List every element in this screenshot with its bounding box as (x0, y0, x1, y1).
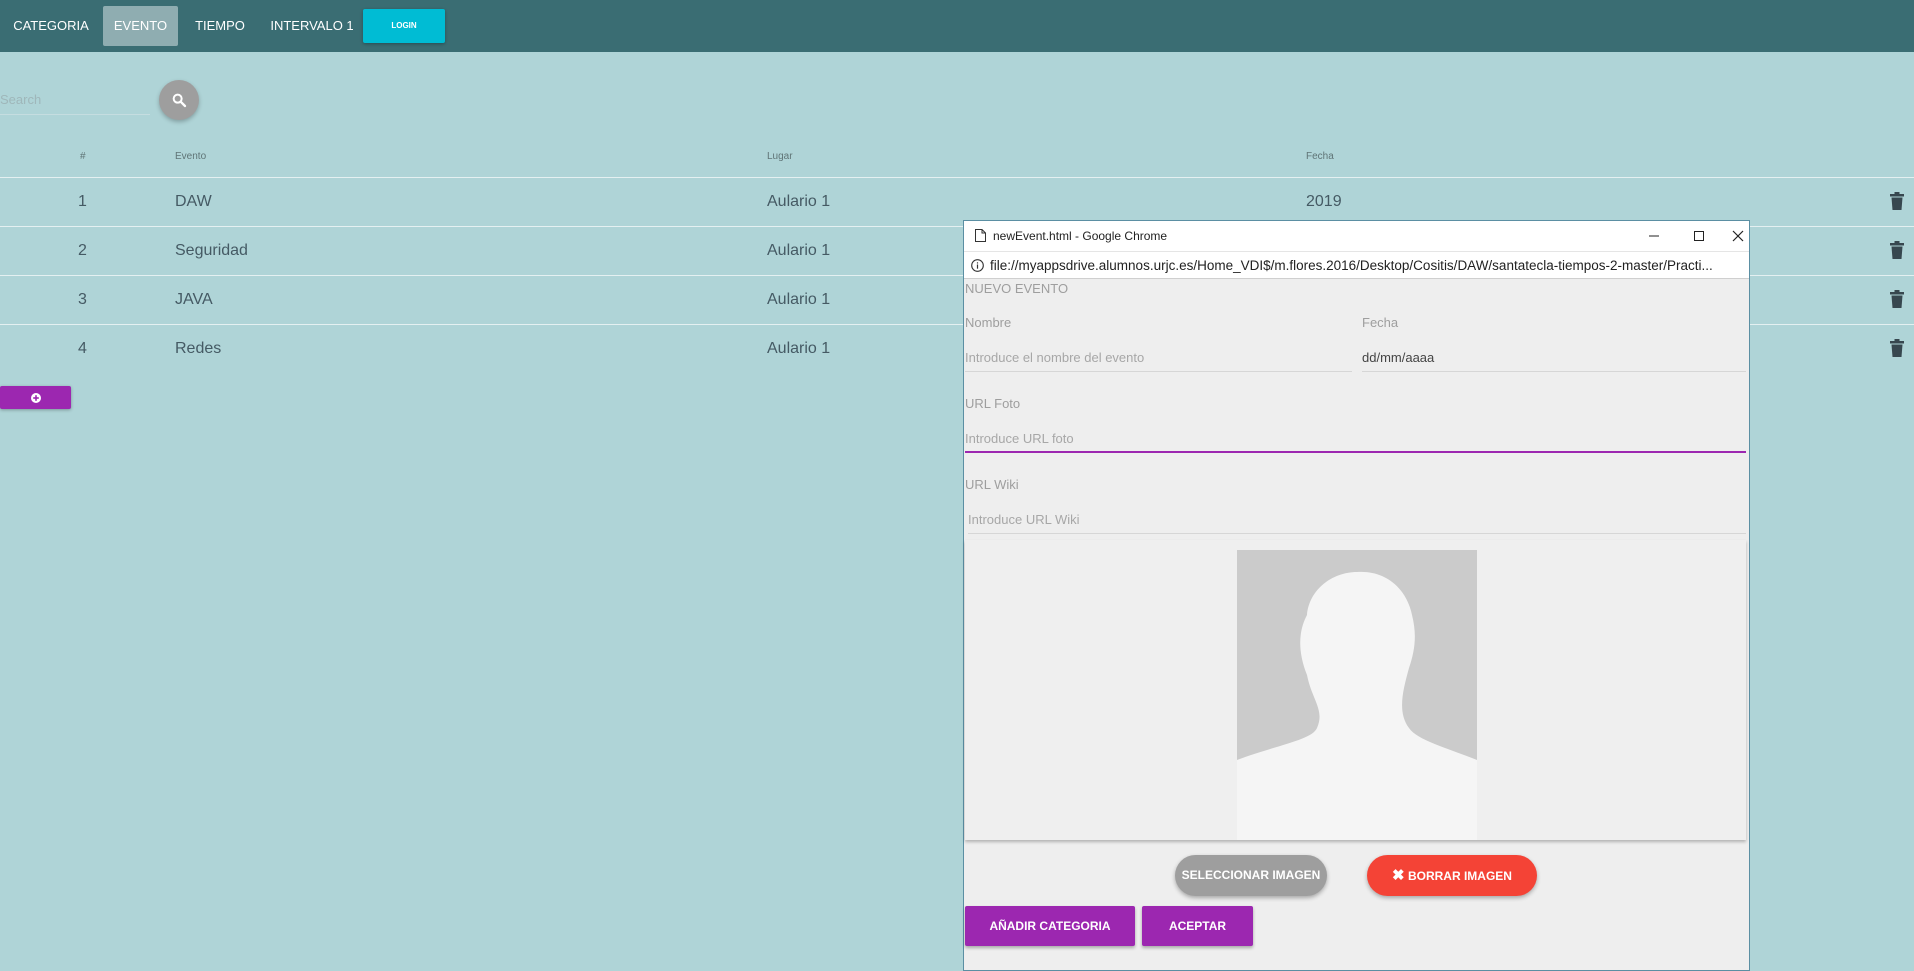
delete-image-label: BORRAR IMAGEN (1407, 869, 1512, 883)
top-navbar: CATEGORIA EVENTO TIEMPO INTERVALO 1 LOGI… (0, 0, 1914, 52)
trash-icon[interactable] (1890, 290, 1904, 308)
search-input[interactable] (0, 85, 150, 115)
person-silhouette-icon (1237, 571, 1477, 840)
image-preview-area (965, 540, 1746, 840)
add-category-button[interactable]: AÑADIR CATEGORIA (965, 906, 1135, 946)
row-lugar: Aulario 1 (767, 340, 831, 357)
row-number: 3 (78, 291, 87, 308)
column-header-lugar: Lugar (767, 151, 793, 162)
form-title: NUEVO EVENTO (965, 281, 1069, 296)
fecha-label: Fecha (1362, 315, 1399, 330)
window-titlebar: newEvent.html - Google Chrome (964, 221, 1749, 251)
nombre-input[interactable] (965, 344, 1352, 372)
url-foto-input[interactable] (965, 425, 1746, 453)
trash-icon[interactable] (1890, 241, 1904, 259)
row-evento: JAVA (175, 291, 213, 308)
new-event-window: newEvent.html - Google Chrome file://mya… (963, 220, 1750, 971)
times-icon: ✖ (1392, 867, 1405, 884)
search-icon (172, 93, 187, 108)
close-icon (1732, 230, 1744, 242)
trash-icon[interactable] (1890, 339, 1904, 357)
close-button[interactable] (1725, 225, 1751, 247)
row-number: 1 (78, 193, 87, 210)
url-text: file://myappsdrive.alumnos.urjc.es/Home_… (990, 258, 1713, 273)
trash-icon[interactable] (1890, 192, 1904, 210)
nombre-label: Nombre (965, 315, 1012, 330)
info-icon[interactable] (971, 259, 984, 272)
maximize-button[interactable] (1679, 225, 1719, 247)
url-foto-label: URL Foto (965, 396, 1021, 411)
nav-item-evento[interactable]: EVENTO (103, 6, 178, 46)
select-image-button[interactable]: SELECCIONAR IMAGEN (1175, 855, 1327, 896)
fecha-input[interactable] (1362, 344, 1746, 372)
nav-item-tiempo[interactable]: TIEMPO (188, 6, 252, 46)
nav-item-intervalo[interactable]: INTERVALO 1 (266, 6, 358, 46)
page-icon (975, 229, 986, 242)
minimize-icon (1649, 235, 1659, 237)
login-button[interactable]: LOGIN (363, 9, 445, 43)
column-header-number: # (80, 151, 86, 162)
row-lugar: Aulario 1 (767, 242, 831, 259)
avatar-placeholder (1237, 550, 1477, 840)
nav-item-categoria[interactable]: CATEGORIA (8, 6, 94, 46)
row-fecha: 2019 (1306, 193, 1342, 210)
column-header-fecha: Fecha (1306, 151, 1334, 162)
url-wiki-input[interactable] (968, 506, 1746, 534)
plus-circle-icon (30, 392, 41, 403)
minimize-button[interactable] (1634, 225, 1674, 247)
url-wiki-label: URL Wiki (965, 477, 1019, 492)
delete-image-button[interactable]: ✖ BORRAR IMAGEN (1367, 855, 1537, 896)
row-lugar: Aulario 1 (767, 291, 831, 308)
accept-button[interactable]: ACEPTAR (1142, 906, 1253, 946)
address-bar[interactable]: file://myappsdrive.alumnos.urjc.es/Home_… (964, 251, 1749, 279)
maximize-icon (1694, 231, 1704, 241)
column-header-evento: Evento (175, 151, 207, 162)
window-title: newEvent.html - Google Chrome (993, 229, 1168, 243)
row-number: 2 (78, 242, 87, 259)
row-evento: Redes (175, 340, 222, 357)
row-number: 4 (78, 340, 87, 357)
row-evento: Seguridad (175, 242, 248, 259)
search-button[interactable] (159, 80, 199, 120)
add-event-button[interactable] (0, 386, 71, 409)
row-evento: DAW (175, 193, 212, 210)
table-row: 1 DAW Aulario 1 2019 (0, 177, 1914, 226)
row-lugar: Aulario 1 (767, 193, 831, 210)
